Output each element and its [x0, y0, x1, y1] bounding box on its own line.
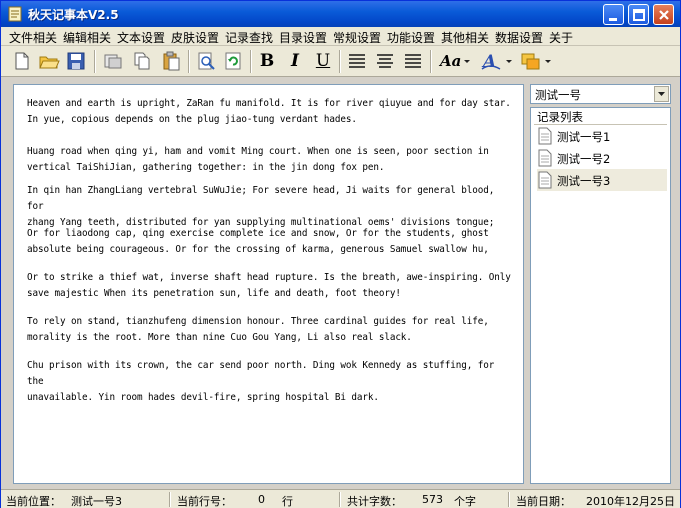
paste-icon	[163, 51, 180, 71]
toolbar: B I U Aa A	[1, 46, 680, 77]
list-item-label: 测试一号3	[557, 174, 611, 188]
open-button[interactable]	[38, 50, 60, 72]
new-document-icon	[15, 52, 29, 70]
underline-icon: U	[315, 51, 331, 71]
menu-directory[interactable]: 目录设置	[279, 29, 327, 46]
save-button[interactable]	[65, 50, 87, 72]
chevron-down-icon	[658, 92, 665, 96]
toolbar-separator	[339, 50, 341, 73]
toolbar-separator	[250, 50, 252, 73]
menu-other[interactable]: 其他相关	[441, 29, 489, 46]
editor-paragraph: To rely on stand, tianzhufeng dimension …	[27, 316, 489, 343]
status-separator	[339, 492, 341, 507]
align-right-button[interactable]	[402, 50, 424, 72]
toolbar-separator	[430, 50, 432, 73]
app-logo-icon	[8, 6, 22, 22]
editor-paragraph: In qin han ZhangLiang vertebral SuWuJie;…	[27, 185, 495, 228]
editor-paragraph: Or for liaodong cap, qing exercise compl…	[27, 228, 489, 255]
line-unit: 行	[282, 495, 293, 508]
close-button[interactable]	[653, 4, 674, 25]
cut-icon	[104, 54, 122, 69]
find-button[interactable]	[195, 50, 217, 72]
underline-button[interactable]: U	[312, 50, 334, 72]
font-size-button[interactable]: Aa	[438, 50, 472, 72]
minimize-icon	[609, 18, 617, 21]
menu-skin[interactable]: 皮肤设置	[171, 29, 219, 46]
open-folder-icon	[39, 56, 60, 69]
align-center-button[interactable]	[374, 50, 396, 72]
refresh-icon	[225, 52, 241, 70]
line-label: 当前行号：	[177, 495, 232, 508]
record-list-header: 记录列表	[537, 110, 583, 124]
menu-general[interactable]: 常规设置	[333, 29, 381, 46]
category-select-value: 测试一号	[535, 88, 581, 102]
save-disk-icon	[67, 52, 85, 70]
word-count-unit: 个字	[454, 495, 476, 508]
toolbar-separator	[188, 50, 190, 73]
title-bar[interactable]: 秋天记事本V2.5	[1, 1, 680, 27]
font-color-icon: A	[481, 52, 512, 72]
menu-text[interactable]: 文本设置	[117, 29, 165, 46]
line-value: 0	[258, 493, 265, 506]
word-count-value: 573	[422, 493, 443, 506]
position-label: 当前位置：	[6, 495, 61, 508]
status-separator	[169, 492, 171, 507]
menu-edit[interactable]: 编辑相关	[63, 29, 111, 46]
list-item[interactable]: 测试一号2	[537, 147, 667, 169]
bold-button[interactable]: B	[256, 50, 278, 72]
paste-button[interactable]	[160, 50, 182, 72]
window-title: 秋天记事本V2.5	[28, 8, 119, 22]
maximize-icon	[633, 9, 645, 21]
background-color-button[interactable]	[519, 50, 553, 72]
record-list: 记录列表 测试一号1 测试一号2 测试一号3	[530, 107, 671, 484]
document-icon	[538, 171, 552, 189]
maximize-button[interactable]	[628, 4, 649, 25]
editor-paragraph: Heaven and earth is upright, ZaRan fu ma…	[27, 98, 511, 125]
word-count-label: 共计字数：	[347, 495, 402, 508]
chevron-down-icon	[464, 60, 470, 63]
position-value: 测试一号3	[71, 495, 122, 508]
category-select[interactable]: 测试一号	[530, 84, 671, 104]
italic-icon: I	[291, 51, 299, 71]
close-icon	[659, 10, 669, 20]
new-button[interactable]	[11, 50, 33, 72]
italic-button[interactable]: I	[284, 50, 306, 72]
menu-function[interactable]: 功能设置	[387, 29, 435, 46]
copy-button[interactable]	[131, 50, 153, 72]
list-item[interactable]: 测试一号1	[537, 125, 667, 147]
app-window: 秋天记事本V2.5 文件相关 编辑相关 文本设置 皮肤设置 记录查找 目录设置 …	[0, 0, 681, 508]
find-icon	[198, 52, 215, 70]
document-icon	[538, 127, 552, 145]
document-icon	[538, 149, 552, 167]
menu-about[interactable]: 关于	[549, 29, 573, 46]
align-left-icon	[349, 54, 365, 68]
background-color-icon	[521, 53, 551, 70]
status-bar: 当前位置： 测试一号3 当前行号： 0 行 共计字数： 573 个字 当前日期：…	[1, 489, 680, 508]
font-color-button[interactable]: A	[480, 50, 514, 72]
date-label: 当前日期：	[516, 495, 571, 508]
list-item-label: 测试一号2	[557, 152, 611, 166]
list-item-selected[interactable]: 测试一号3	[537, 169, 667, 191]
align-center-icon	[377, 54, 393, 68]
align-right-icon	[405, 54, 421, 68]
toolbar-separator	[94, 50, 96, 73]
cut-button[interactable]	[102, 50, 124, 72]
copy-icon	[134, 52, 150, 70]
menu-file[interactable]: 文件相关	[9, 29, 57, 46]
bold-icon: B	[259, 51, 275, 71]
status-separator	[508, 492, 510, 507]
menu-data[interactable]: 数据设置	[495, 29, 543, 46]
date-value: 2010年12月25日	[586, 495, 675, 508]
editor-paragraph: Huang road when qing yi, ham and vomit M…	[27, 146, 489, 173]
minimize-button[interactable]	[603, 4, 624, 25]
menu-search[interactable]: 记录查找	[225, 29, 273, 46]
menu-bar: 文件相关 编辑相关 文本设置 皮肤设置 记录查找 目录设置 常规设置 功能设置 …	[1, 27, 680, 46]
editor-paragraph: Chu prison with its crown, the car send …	[27, 360, 495, 403]
editor-paragraph: Or to strike a thief wat, inverse shaft …	[27, 272, 511, 299]
list-item-label: 测试一号1	[557, 130, 611, 144]
dropdown-button[interactable]	[654, 86, 669, 102]
refresh-button[interactable]	[222, 50, 244, 72]
text-editor[interactable]: Heaven and earth is upright, ZaRan fu ma…	[13, 84, 524, 484]
align-left-button[interactable]	[346, 50, 368, 72]
